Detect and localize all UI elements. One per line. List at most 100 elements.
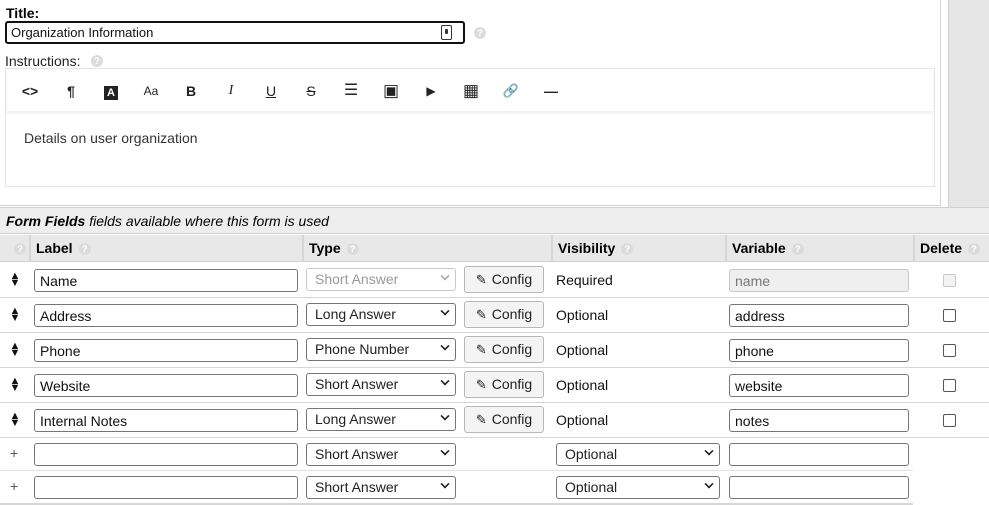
label-column-header: Label?: [29, 235, 302, 262]
instructions-body-text[interactable]: Details on user organization: [24, 130, 198, 146]
variable-help-icon[interactable]: ?: [791, 243, 804, 256]
title-label: Title:: [6, 5, 40, 21]
config-label: Config: [491, 341, 533, 357]
new-field-variable-input[interactable]: [729, 476, 909, 499]
type-help-icon[interactable]: ?: [346, 243, 359, 256]
instructions-help-icon[interactable]: ?: [91, 55, 103, 67]
drag-handle-icon[interactable]: ▲ ▼: [9, 341, 21, 359]
visibility-column-title: Visibility: [558, 240, 616, 256]
field-type-select[interactable]: Long Answer: [306, 408, 456, 431]
new-field-row: + Short Answer Optional: [0, 471, 913, 504]
field-label-input[interactable]: [34, 339, 298, 362]
edit-icon: ✎: [475, 377, 487, 392]
field-label-input[interactable]: [34, 269, 298, 292]
video-icon[interactable]: ▶: [418, 80, 444, 102]
field-type-value: Long Answer: [315, 411, 396, 427]
drag-handle-icon[interactable]: ▲ ▼: [9, 271, 21, 289]
title-input-wrapper[interactable]: [5, 21, 465, 44]
contact-card-icon[interactable]: [441, 25, 452, 40]
table-row: ▲▼ Phone Number ✎ Config Optional: [0, 333, 989, 368]
horizontal-rule-icon[interactable]: —: [538, 80, 564, 102]
field-type-value: Short Answer: [315, 271, 399, 287]
field-variable-input[interactable]: [729, 409, 909, 432]
type-column-title: Type: [309, 240, 341, 256]
config-button[interactable]: ✎ Config: [464, 371, 544, 398]
config-button[interactable]: ✎ Config: [464, 266, 544, 293]
delete-help-icon[interactable]: ?: [968, 243, 981, 256]
delete-checkbox[interactable]: [943, 414, 956, 427]
link-icon[interactable]: 🔗: [498, 80, 524, 102]
field-variable-input: [729, 269, 909, 292]
delete-checkbox[interactable]: [943, 344, 956, 357]
delete-checkbox: [943, 274, 956, 287]
field-type-select[interactable]: Short Answer: [306, 373, 456, 396]
strikethrough-icon[interactable]: S: [298, 80, 324, 102]
visibility-help-icon[interactable]: ?: [621, 243, 634, 256]
config-button[interactable]: ✎ Config: [464, 301, 544, 328]
drag-handle-icon[interactable]: ▲ ▼: [9, 376, 21, 394]
field-variable-input[interactable]: [729, 339, 909, 362]
visibility-column-header: Visibility?: [551, 235, 725, 262]
config-label: Config: [491, 306, 533, 322]
new-field-variable-input[interactable]: [729, 443, 909, 466]
new-field-label-input[interactable]: [34, 476, 298, 499]
field-label-input[interactable]: [34, 374, 298, 397]
field-type-select[interactable]: Long Answer: [306, 303, 456, 326]
table-row: ▲▼ Short Answer ✎ Config Required: [0, 263, 989, 298]
field-variable-input[interactable]: [729, 374, 909, 397]
chevron-down-icon: [440, 446, 450, 456]
field-visibility-text: Optional: [556, 412, 609, 428]
field-type-select[interactable]: Phone Number: [306, 338, 456, 361]
drag-help-icon[interactable]: ?: [14, 243, 26, 256]
field-variable-input[interactable]: [729, 304, 909, 327]
delete-checkbox[interactable]: [943, 379, 956, 392]
config-label: Config: [491, 376, 533, 392]
font-size-icon[interactable]: Aa: [138, 80, 164, 102]
instructions-editor[interactable]: <> ¶ A Aa B I U S ☰ ▣ ▶ ▦ 🔗 — Details on…: [5, 68, 935, 187]
label-help-icon[interactable]: ?: [78, 243, 91, 256]
table-row: ▲▼ Long Answer ✎ Config Optional: [0, 298, 989, 333]
config-button[interactable]: ✎ Config: [464, 406, 544, 433]
config-button[interactable]: ✎ Config: [464, 336, 544, 363]
title-help-icon[interactable]: ?: [474, 27, 486, 39]
new-field-label-input[interactable]: [34, 443, 298, 466]
chevron-down-icon: [704, 479, 714, 489]
paragraph-icon[interactable]: ¶: [58, 80, 84, 102]
new-field-type-select[interactable]: Short Answer: [306, 476, 456, 499]
chevron-down-icon: [440, 411, 450, 421]
drag-column-header: ?: [0, 235, 29, 262]
field-label-input[interactable]: [34, 409, 298, 432]
new-field-type-select[interactable]: Short Answer: [306, 443, 456, 466]
drag-handle-icon[interactable]: ▲ ▼: [9, 306, 21, 324]
image-icon[interactable]: ▣: [378, 80, 404, 102]
new-field-visibility-value: Optional: [565, 446, 618, 462]
new-field-visibility-select[interactable]: Optional: [556, 476, 720, 499]
field-type-value: Phone Number: [315, 341, 410, 357]
text-color-icon[interactable]: A: [98, 80, 124, 102]
field-type-select[interactable]: Short Answer: [306, 268, 456, 291]
title-input[interactable]: [7, 23, 427, 42]
bold-icon[interactable]: B: [178, 80, 204, 102]
drag-handle-icon[interactable]: ▲ ▼: [9, 411, 21, 429]
field-label-input[interactable]: [34, 304, 298, 327]
table-row: ▲▼ Short Answer ✎ Config Optional: [0, 368, 989, 403]
delete-checkbox[interactable]: [943, 309, 956, 322]
underline-icon[interactable]: U: [258, 80, 284, 102]
field-visibility-text: Optional: [556, 307, 609, 323]
edit-icon: ✎: [475, 272, 487, 287]
chevron-down-icon: [440, 376, 450, 386]
add-row-icon: +: [10, 445, 19, 461]
new-field-visibility-select[interactable]: Optional: [556, 443, 720, 466]
type-column-header: Type?: [302, 235, 551, 262]
chevron-down-icon: [440, 306, 450, 316]
table-icon[interactable]: ▦: [458, 80, 484, 102]
code-icon[interactable]: <>: [17, 80, 43, 102]
form-details-panel: Title: ? Instructions: ? <> ¶ A Aa B I U…: [0, 0, 941, 206]
italic-icon[interactable]: I: [218, 80, 244, 102]
list-icon[interactable]: ☰: [338, 80, 364, 102]
config-label: Config: [491, 411, 533, 427]
edit-icon: ✎: [475, 412, 487, 427]
chevron-down-icon: [440, 341, 450, 351]
delete-column-header: Delete?: [913, 235, 989, 262]
config-label: Config: [491, 271, 533, 287]
